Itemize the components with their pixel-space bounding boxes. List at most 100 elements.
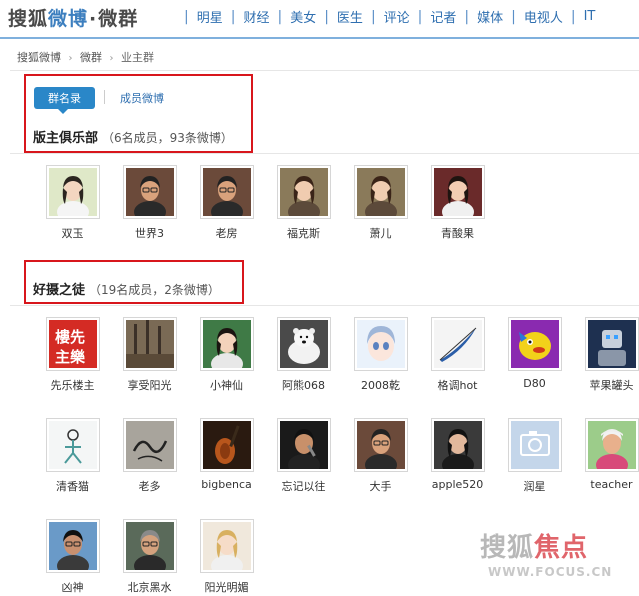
member-card[interactable]: 忘记以往 <box>265 418 342 510</box>
member-avatar[interactable] <box>45 418 100 472</box>
breadcrumb: 搜狐微博 › 微群 › 业主群 <box>17 49 154 65</box>
nav-item-it[interactable]: IT <box>580 9 600 24</box>
member-card[interactable]: 阿熊068 <box>265 317 342 409</box>
member-avatar[interactable] <box>199 418 254 472</box>
nav-item-yisheng[interactable]: 医生 <box>333 7 367 26</box>
member-avatar[interactable] <box>430 317 485 371</box>
avatar-red-calligraphy-icon: 樓先 主樂 <box>48 320 97 368</box>
avatar-woman-red-icon <box>433 168 482 216</box>
member-name[interactable]: 阳光明媚 <box>205 579 249 595</box>
avatar-man-glasses-icon <box>125 168 174 216</box>
nav-item-pinglun[interactable]: 评论 <box>380 7 414 26</box>
member-avatar[interactable]: 樓先 主樂 <box>45 317 100 371</box>
member-avatar[interactable] <box>430 165 485 219</box>
member-avatar[interactable] <box>430 418 485 472</box>
member-name[interactable]: 萧儿 <box>370 225 392 241</box>
avatar-blonde-girl-icon <box>202 522 251 570</box>
member-card[interactable]: 享受阳光 <box>111 317 188 409</box>
member-name[interactable]: apple520 <box>432 478 484 491</box>
member-name[interactable]: 格调hot <box>437 377 477 393</box>
member-avatar[interactable] <box>122 519 177 573</box>
member-avatar[interactable] <box>122 418 177 472</box>
member-card[interactable]: 老多 <box>111 418 188 510</box>
logo-weibo: 微博 <box>48 8 89 30</box>
member-card[interactable]: 老房 <box>188 165 265 245</box>
member-card[interactable]: 苹果罐头 <box>573 317 639 409</box>
nav-item-mingxing[interactable]: 明星 <box>193 7 227 26</box>
breadcrumb-current: 业主群 <box>121 51 154 64</box>
member-avatar[interactable] <box>199 519 254 573</box>
avatar-woman-outdoor-icon <box>48 168 97 216</box>
member-name[interactable]: 先乐楼主 <box>51 377 95 393</box>
member-card[interactable]: 福克斯 <box>265 165 342 245</box>
member-avatar[interactable] <box>276 418 331 472</box>
member-card[interactable]: 阳光明媚 <box>188 519 265 596</box>
member-name[interactable]: 大手 <box>370 478 392 494</box>
member-name[interactable]: 忘记以往 <box>282 478 326 494</box>
site-logo[interactable]: 搜狐微博·微群 <box>8 4 138 31</box>
member-card[interactable]: 北京黑水 <box>111 519 188 596</box>
member-name[interactable]: 享受阳光 <box>128 377 172 393</box>
member-avatar[interactable] <box>199 165 254 219</box>
member-name[interactable]: 青酸果 <box>441 225 474 241</box>
member-name[interactable]: 北京黑水 <box>128 579 172 595</box>
member-card[interactable]: 润星 <box>496 418 573 510</box>
member-name[interactable]: teacher <box>590 478 632 491</box>
member-avatar[interactable] <box>122 317 177 371</box>
member-card[interactable]: teacher <box>573 418 639 510</box>
member-avatar[interactable] <box>199 317 254 371</box>
member-name[interactable]: 阿熊068 <box>282 377 325 393</box>
member-avatar[interactable] <box>276 317 331 371</box>
nav-item-caijing[interactable]: 财经 <box>239 7 273 26</box>
member-avatar[interactable] <box>353 317 408 371</box>
member-name[interactable]: 小神仙 <box>210 377 243 393</box>
nav-item-dianshiren[interactable]: 电视人 <box>520 7 567 26</box>
member-avatar[interactable] <box>45 519 100 573</box>
member-card[interactable]: 凶神 <box>34 519 111 596</box>
avatar-woman-icon <box>356 168 405 216</box>
member-name[interactable]: 福克斯 <box>287 225 320 241</box>
nav-item-meiti[interactable]: 媒体 <box>473 7 507 26</box>
member-name[interactable]: bigbenca <box>201 478 252 491</box>
member-card[interactable]: 清香猫 <box>34 418 111 510</box>
nav-item-jizhe[interactable]: 记者 <box>426 7 460 26</box>
member-card[interactable]: D80 <box>496 317 573 409</box>
member-avatar[interactable] <box>353 418 408 472</box>
member-card[interactable]: 世界3 <box>111 165 188 245</box>
member-name[interactable]: 世界3 <box>135 225 164 241</box>
breadcrumb-sohu-weibo[interactable]: 搜狐微博 <box>17 51 61 64</box>
member-card[interactable]: 格调hot <box>419 317 496 409</box>
member-avatar[interactable] <box>584 418 639 472</box>
member-avatar[interactable] <box>584 317 639 371</box>
member-name[interactable]: 凶神 <box>62 579 84 595</box>
avatar-woman-dark-icon <box>433 421 482 469</box>
member-name[interactable]: 老多 <box>139 478 161 494</box>
avatar-polar-bear-icon <box>279 320 328 368</box>
member-avatar[interactable] <box>353 165 408 219</box>
member-card[interactable]: 大手 <box>342 418 419 510</box>
member-card[interactable]: 小神仙 <box>188 317 265 409</box>
member-avatar[interactable] <box>276 165 331 219</box>
member-avatar[interactable] <box>122 165 177 219</box>
member-card[interactable]: bigbenca <box>188 418 265 510</box>
nav-item-meinv[interactable]: 美女 <box>286 7 320 26</box>
member-name[interactable]: D80 <box>523 377 545 390</box>
member-name[interactable]: 老房 <box>216 225 238 241</box>
member-card[interactable]: 萧儿 <box>342 165 419 245</box>
avatar-woman-icon <box>279 168 328 216</box>
member-avatar[interactable] <box>507 317 562 371</box>
member-name[interactable]: 润星 <box>524 478 546 494</box>
member-card[interactable]: 双玉 <box>34 165 111 245</box>
member-name[interactable]: 清香猫 <box>56 478 89 494</box>
member-name[interactable]: 苹果罐头 <box>590 377 634 393</box>
member-card[interactable]: 青酸果 <box>419 165 496 245</box>
member-card[interactable]: 樓先 主樂 先乐楼主 <box>34 317 111 409</box>
member-card[interactable]: apple520 <box>419 418 496 510</box>
member-name[interactable]: 2008乾 <box>361 377 400 393</box>
breadcrumb-weiqun[interactable]: 微群 <box>80 51 102 64</box>
breadcrumb-separator: › <box>109 53 114 64</box>
member-avatar[interactable] <box>45 165 100 219</box>
member-avatar[interactable] <box>507 418 562 472</box>
member-card[interactable]: 2008乾 <box>342 317 419 409</box>
member-name[interactable]: 双玉 <box>62 225 84 241</box>
